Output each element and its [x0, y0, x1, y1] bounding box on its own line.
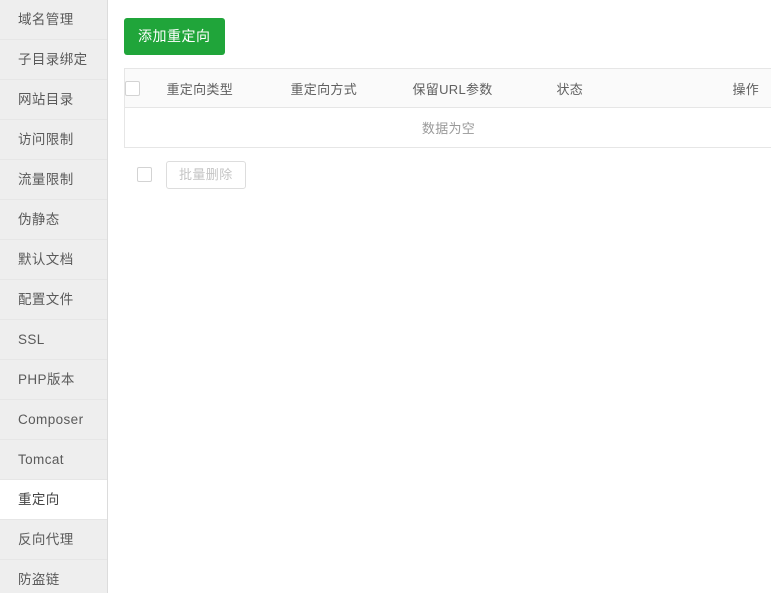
sidebar-item-anti-leech[interactable]: 防盗链 [0, 560, 107, 593]
redirect-table-body: 数据为空 [125, 108, 771, 148]
redirect-table-footer: 批量删除 [124, 160, 771, 190]
empty-state-row: 数据为空 [125, 108, 771, 148]
sidebar-item-tomcat[interactable]: Tomcat [0, 440, 107, 480]
add-redirect-button[interactable]: 添加重定向 [124, 18, 225, 55]
footer-select-all-checkbox[interactable] [137, 167, 152, 183]
column-header-keep-url-params: 保留URL参数 [412, 68, 557, 108]
sidebar-item-config-file[interactable]: 配置文件 [0, 280, 107, 320]
sidebar-item-label: 防盗链 [18, 572, 60, 587]
sidebar-item-redirect[interactable]: 重定向 [0, 480, 107, 520]
redirect-table-head: 重定向类型 重定向方式 保留URL参数 状态 操作 [124, 68, 771, 108]
site-settings-sidebar: 域名管理 子目录绑定 网站目录 访问限制 流量限制 伪静态 默认文档 配置文件 … [0, 0, 108, 593]
sidebar-item-default-document[interactable]: 默认文档 [0, 240, 107, 280]
redirect-settings-page: 域名管理 子目录绑定 网站目录 访问限制 流量限制 伪静态 默认文档 配置文件 … [0, 0, 771, 593]
bulk-delete-button[interactable]: 批量删除 [166, 161, 246, 189]
column-header-redirect-method: 重定向方式 [290, 68, 413, 108]
sidebar-item-reverse-proxy[interactable]: 反向代理 [0, 520, 107, 560]
select-all-header-cell [124, 68, 167, 108]
redirect-toolbar: 添加重定向 [124, 18, 771, 55]
column-header-action: 操作 [732, 68, 771, 108]
sidebar-item-label: 默认文档 [18, 252, 74, 267]
select-all-checkbox[interactable] [125, 81, 140, 97]
sidebar-item-domain-management[interactable]: 域名管理 [0, 0, 107, 40]
redirect-main-panel: 添加重定向 重定向类型 重定向方式 保留URL参数 状态 操作 数据为空 批量删… [108, 0, 771, 593]
table-header-row: 重定向类型 重定向方式 保留URL参数 状态 操作 [124, 68, 771, 108]
sidebar-item-label: 域名管理 [18, 12, 74, 27]
sidebar-item-label: 配置文件 [18, 292, 74, 307]
sidebar-item-traffic-limit[interactable]: 流量限制 [0, 160, 107, 200]
sidebar-item-php-version[interactable]: PHP版本 [0, 360, 107, 400]
sidebar-item-label: Composer [18, 412, 84, 427]
redirect-table: 重定向类型 重定向方式 保留URL参数 状态 操作 数据为空 [124, 68, 771, 148]
sidebar-item-label: Tomcat [18, 452, 64, 467]
sidebar-item-subdirectory-binding[interactable]: 子目录绑定 [0, 40, 107, 80]
sidebar-item-composer[interactable]: Composer [0, 400, 107, 440]
sidebar-item-access-restriction[interactable]: 访问限制 [0, 120, 107, 160]
sidebar-item-website-directory[interactable]: 网站目录 [0, 80, 107, 120]
sidebar-item-label: 访问限制 [18, 132, 74, 147]
sidebar-item-label: PHP版本 [18, 372, 75, 387]
footer-select-all-wrap [124, 166, 166, 184]
sidebar-item-label: 伪静态 [18, 212, 60, 227]
empty-state-text: 数据为空 [421, 121, 476, 136]
sidebar-item-label: 子目录绑定 [18, 52, 88, 67]
sidebar-item-label: SSL [18, 332, 45, 347]
sidebar-item-label: 重定向 [18, 492, 60, 507]
sidebar-item-ssl[interactable]: SSL [0, 320, 107, 360]
sidebar-item-pseudo-static[interactable]: 伪静态 [0, 200, 107, 240]
column-header-status: 状态 [556, 68, 733, 108]
sidebar-item-label: 流量限制 [18, 172, 74, 187]
sidebar-item-label: 反向代理 [18, 532, 74, 547]
sidebar-item-label: 网站目录 [18, 92, 74, 107]
column-header-redirect-type: 重定向类型 [166, 68, 291, 108]
